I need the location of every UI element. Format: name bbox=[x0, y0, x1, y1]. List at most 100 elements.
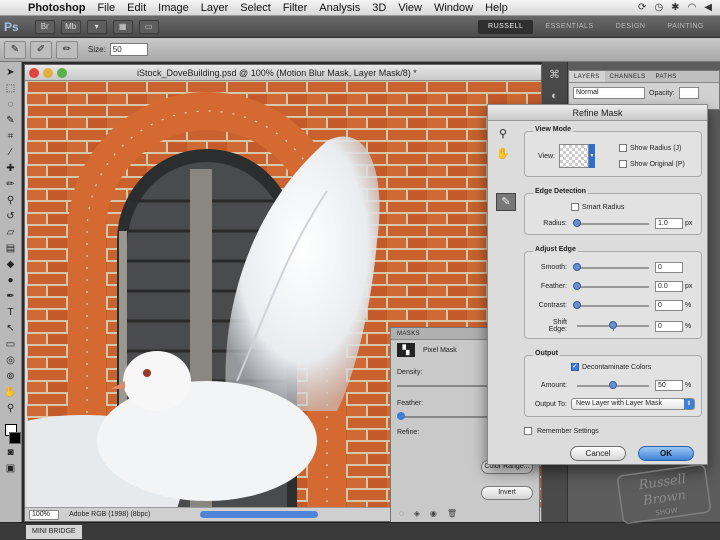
lasso-tool-icon[interactable]: ◌ bbox=[3, 98, 19, 112]
minimize-window-icon[interactable] bbox=[43, 67, 53, 78]
gradient-tool-icon[interactable]: ▤ bbox=[3, 242, 19, 256]
opacity-field[interactable] bbox=[678, 87, 699, 99]
view-mode-dropdown[interactable]: ▾ bbox=[589, 144, 595, 168]
contrast-field[interactable]: 0 bbox=[655, 300, 683, 311]
shape-tool-icon[interactable]: ▭ bbox=[3, 338, 19, 352]
output-to-select[interactable]: New Layer with Layer Mask ⇕ bbox=[571, 398, 695, 410]
dodge-tool-icon[interactable]: ● bbox=[3, 274, 19, 288]
volume-icon[interactable]: ◀ bbox=[704, 2, 712, 13]
menu-filter[interactable]: Filter bbox=[277, 2, 313, 14]
menu-analysis[interactable]: Analysis bbox=[313, 2, 366, 14]
amount-field[interactable]: 50 bbox=[655, 380, 683, 391]
workspace-essentials[interactable]: ESSENTIALS bbox=[535, 20, 603, 34]
contrast-slider[interactable] bbox=[573, 300, 649, 309]
erase-refinements-tool-icon[interactable]: ✏ bbox=[56, 40, 78, 59]
remember-settings-checkbox[interactable] bbox=[524, 427, 532, 435]
radius-slider[interactable] bbox=[573, 218, 649, 227]
show-radius-checkbox[interactable] bbox=[619, 144, 627, 152]
amount-slider-knob[interactable] bbox=[609, 380, 617, 389]
brush-tool-icon[interactable]: ✏ bbox=[3, 178, 19, 192]
smooth-slider-knob[interactable] bbox=[573, 262, 581, 271]
smart-radius-row[interactable]: Smart Radius bbox=[571, 203, 695, 211]
show-original-row[interactable]: Show Original (P) bbox=[619, 160, 695, 168]
blend-mode-select[interactable]: Normal bbox=[573, 87, 645, 99]
menu-select[interactable]: Select bbox=[234, 2, 277, 14]
document-title-bar[interactable]: iStock_DoveBuilding.psd @ 100% (Motion B… bbox=[25, 65, 541, 81]
clone-stamp-tool-icon[interactable]: ⚲ bbox=[3, 194, 19, 208]
smart-radius-checkbox[interactable] bbox=[571, 203, 579, 211]
clock-icon[interactable]: ◷ bbox=[654, 2, 663, 13]
menu-help[interactable]: Help bbox=[479, 2, 514, 14]
pixel-mask-icon[interactable]: ▚ bbox=[397, 343, 415, 357]
menu-3d[interactable]: 3D bbox=[366, 2, 392, 14]
quick-selection-tool-icon[interactable]: ✎ bbox=[3, 114, 19, 128]
shift-edge-field[interactable]: 0 bbox=[655, 320, 683, 332]
eraser-tool-icon[interactable]: ▱ bbox=[3, 226, 19, 240]
eyedropper-tool-icon[interactable]: ⁄ bbox=[3, 146, 19, 160]
quick-mask-icon[interactable]: ◙ bbox=[3, 446, 19, 460]
menu-window[interactable]: Window bbox=[428, 2, 479, 14]
mini-bridge-button[interactable]: Mb bbox=[60, 19, 81, 34]
history-brush-tool-icon[interactable]: ↺ bbox=[3, 210, 19, 224]
pen-tool-icon[interactable]: ✒ bbox=[3, 290, 19, 304]
menu-app-name[interactable]: Photoshop bbox=[22, 2, 91, 14]
arrange-documents-button[interactable]: ▦ bbox=[112, 19, 133, 34]
view-mode-preview[interactable] bbox=[559, 144, 589, 168]
delete-mask-icon[interactable]: 🗑 bbox=[447, 509, 457, 518]
smooth-field[interactable]: 0 bbox=[655, 262, 683, 273]
blur-tool-icon[interactable]: ◆ bbox=[3, 258, 19, 272]
decontaminate-row[interactable]: Decontaminate Colors bbox=[571, 362, 695, 371]
screen-mode-icon[interactable]: ▣ bbox=[3, 462, 19, 476]
crop-tool-icon[interactable]: ⌗ bbox=[3, 130, 19, 144]
ok-button[interactable]: OK bbox=[638, 446, 694, 461]
wifi-icon[interactable]: ◠ bbox=[688, 2, 697, 13]
tab-channels[interactable]: CHANNELS bbox=[605, 71, 651, 82]
feather-field[interactable]: 0.0 bbox=[655, 281, 683, 292]
load-selection-icon[interactable]: ◌ bbox=[399, 509, 404, 518]
tab-paths[interactable]: PATHS bbox=[651, 71, 682, 82]
screen-mode-button[interactable]: ▭ bbox=[138, 19, 159, 34]
workspace-russell[interactable]: RUSSELL bbox=[478, 19, 534, 34]
zoom-level-button[interactable]: ▾ bbox=[86, 19, 107, 34]
zoom-tool-icon[interactable]: ⚲ bbox=[494, 127, 512, 143]
radius-slider-knob[interactable] bbox=[573, 218, 581, 227]
menu-layer[interactable]: Layer bbox=[195, 2, 235, 14]
path-selection-tool-icon[interactable]: ↖ bbox=[3, 322, 19, 336]
feather-slider-knob[interactable] bbox=[397, 412, 405, 420]
feather-slider-knob[interactable] bbox=[573, 281, 581, 290]
bluetooth-icon[interactable]: ✱ bbox=[671, 2, 679, 13]
horizontal-scrollbar[interactable] bbox=[200, 511, 319, 518]
3d-orbit-tool-icon[interactable]: ⊚ bbox=[3, 370, 19, 384]
amount-slider[interactable] bbox=[577, 380, 649, 389]
healing-brush-tool-icon[interactable]: ✚ bbox=[3, 162, 19, 176]
tool-preset-picker[interactable]: ✎ bbox=[4, 40, 26, 59]
close-window-icon[interactable] bbox=[29, 67, 39, 78]
brush-size-field[interactable]: 50 bbox=[109, 43, 148, 56]
type-tool-icon[interactable]: T bbox=[3, 306, 19, 320]
feather-slider[interactable] bbox=[573, 281, 649, 290]
shift-edge-slider-knob[interactable] bbox=[609, 321, 617, 329]
zoom-level-field[interactable]: 100% bbox=[29, 509, 59, 520]
refine-radius-brush-icon[interactable]: ✎ bbox=[496, 193, 516, 211]
tab-layers[interactable]: LAYERS bbox=[569, 71, 605, 82]
marquee-tool-icon[interactable]: ⬚ bbox=[3, 82, 19, 96]
menu-view[interactable]: View bbox=[392, 2, 428, 14]
show-original-checkbox[interactable] bbox=[619, 160, 627, 168]
contrast-slider-knob[interactable] bbox=[573, 300, 581, 309]
move-tool-icon[interactable]: ➤ bbox=[3, 66, 19, 80]
workspace-design[interactable]: DESIGN bbox=[606, 20, 656, 34]
workspace-painting[interactable]: PAINTING bbox=[657, 20, 714, 34]
show-radius-row[interactable]: Show Radius (J) bbox=[619, 144, 695, 152]
refine-radius-tool-icon[interactable]: ✐ bbox=[30, 40, 52, 59]
menu-file[interactable]: File bbox=[91, 2, 121, 14]
shift-edge-slider[interactable] bbox=[577, 321, 649, 331]
history-panel-icon[interactable]: ⌘ bbox=[546, 68, 564, 84]
disable-mask-icon[interactable]: ◉ bbox=[430, 509, 437, 518]
background-color-swatch[interactable] bbox=[8, 432, 21, 444]
radius-field[interactable]: 1.0 bbox=[655, 218, 683, 229]
hand-tool-icon[interactable]: ✋ bbox=[494, 147, 512, 163]
sync-icon[interactable]: ⟳ bbox=[638, 2, 646, 13]
tab-mini-bridge[interactable]: MINI BRIDGE bbox=[26, 525, 82, 539]
invert-button[interactable]: Invert bbox=[481, 486, 533, 500]
bridge-button[interactable]: Br bbox=[34, 19, 55, 34]
